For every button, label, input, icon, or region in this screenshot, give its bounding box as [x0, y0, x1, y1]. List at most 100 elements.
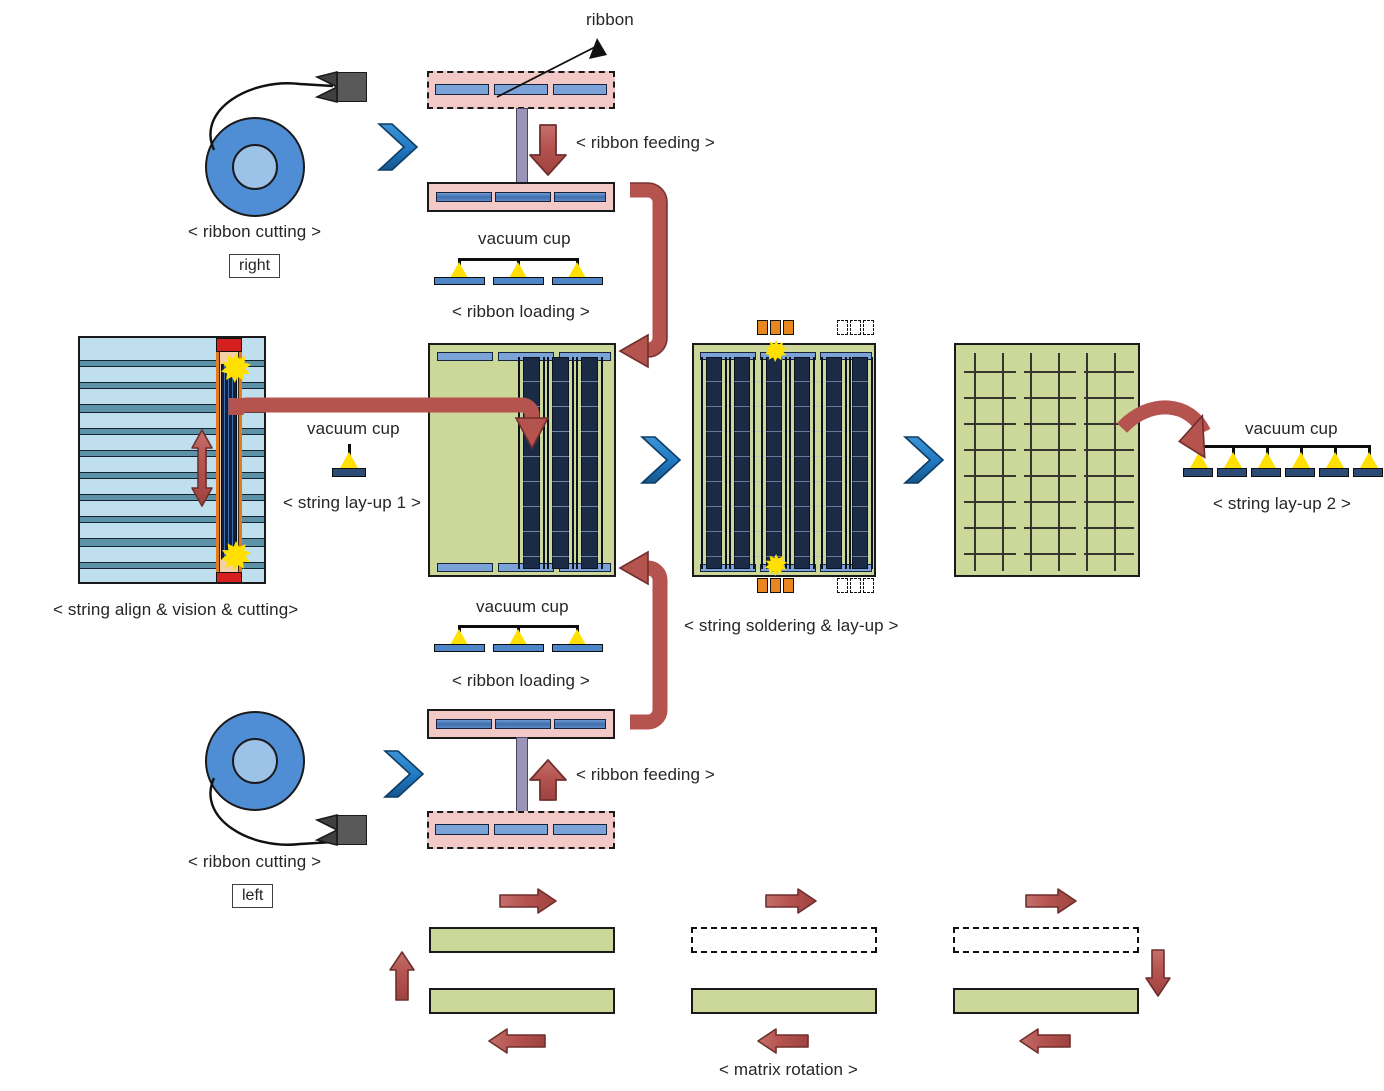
ribbon-callout-arrowhead	[589, 38, 607, 59]
solder-chip	[757, 320, 768, 335]
vacuum-cup-pad	[1353, 468, 1383, 477]
ribbon-pad	[493, 277, 544, 285]
matrix-rotation-arrows-3	[1019, 888, 1171, 1054]
vacuum-cup-rail-layup2	[1198, 445, 1370, 448]
solder-chip	[770, 578, 781, 593]
chevron-right-icon-1	[376, 123, 419, 171]
ribbon-cutter-left-blade	[314, 813, 338, 832]
vacuum-cup-pad	[1183, 468, 1213, 477]
vacuum-cup-label-layup2: vacuum cup	[1245, 419, 1338, 438]
vacuum-cup-pad	[1319, 468, 1349, 477]
vacuum-cup-label-layup1: vacuum cup	[307, 419, 400, 438]
solder-chip-ghost	[837, 578, 848, 593]
matrix-rotation-label: < matrix rotation >	[719, 1060, 858, 1079]
vacuum-cup-nozzle	[450, 262, 468, 278]
solder-chip	[770, 320, 781, 335]
matrix-rotation-arrows-2	[757, 888, 817, 1054]
matrix-rot-3-top-ghost	[953, 927, 1139, 953]
solder-chip-ghost	[850, 320, 861, 335]
ribbon-segment	[554, 192, 606, 202]
ribbon-segment	[553, 824, 607, 835]
vacuum-cup-pad	[1217, 468, 1247, 477]
vacuum-cup-pad	[1251, 468, 1281, 477]
ribbon-pad	[434, 277, 485, 285]
solder-chip-ghost	[863, 578, 874, 593]
ribbon-pad	[434, 644, 485, 652]
solder-chip	[783, 320, 794, 335]
string-align-label: < string align & vision & cutting>	[53, 600, 299, 619]
string-soldering-panel	[692, 343, 876, 577]
vacuum-cup-nozzle	[509, 629, 527, 645]
ribbon-segment	[494, 824, 548, 835]
chevron-right-icon-2	[382, 750, 425, 798]
ribbon-loading-top-label: < ribbon loading >	[452, 302, 590, 321]
transfer-path-top	[618, 182, 668, 369]
ribbon-loading-bottom-label: < ribbon loading >	[452, 671, 590, 690]
ribbon-segment	[495, 719, 551, 729]
solder-chip	[783, 578, 794, 593]
vacuum-cup-nozzle	[1326, 452, 1344, 468]
ribbon-segment	[554, 719, 606, 729]
vacuum-cup-nozzle	[1360, 452, 1378, 468]
vacuum-cup-nozzle	[450, 629, 468, 645]
solder-chip-ghost	[837, 320, 848, 335]
ribbon-pad	[552, 644, 603, 652]
solder-chip-ghost	[850, 578, 861, 593]
matrix-rot-3-bottom	[953, 988, 1139, 1014]
solder-chip	[757, 578, 768, 593]
vacuum-cup-label-top: vacuum cup	[478, 229, 571, 248]
ribbon-cutting-right-label: < ribbon cutting >	[188, 222, 322, 241]
ribbon-segment	[436, 192, 492, 202]
ribbon-feeding-bottom-label: < ribbon feeding >	[576, 765, 715, 784]
string-layup1-label: < string lay-up 1 >	[283, 493, 421, 512]
string-layup1-panel	[428, 343, 616, 577]
matrix-rot-1-top	[429, 927, 615, 953]
vacuum-cup-nozzle	[1258, 452, 1276, 468]
ribbon-cutter-right-body	[337, 72, 367, 102]
vacuum-cup-pad	[332, 468, 366, 477]
ribbon-cutter-right-blade	[314, 70, 338, 89]
vacuum-cup-pad	[1285, 468, 1315, 477]
ribbon-spool-left-core	[232, 738, 278, 784]
matrix-rot-2-bottom	[691, 988, 877, 1014]
vacuum-cup-nozzle	[568, 262, 586, 278]
ribbon-segment	[495, 192, 551, 202]
ribbon-pad	[493, 644, 544, 652]
ribbon-pad	[552, 277, 603, 285]
side-tag-left: left	[232, 884, 274, 908]
matrix-rot-2-top-ghost	[691, 927, 877, 953]
ribbon-segment	[494, 84, 548, 95]
ribbon-feeding-up-arrow	[529, 759, 567, 801]
ribbon-feeder-post-bottom	[516, 737, 528, 817]
vacuum-cup-label-bottom: vacuum cup	[476, 597, 569, 616]
ribbon-cutter-right-blade	[314, 85, 338, 104]
string-soldering-label: < string soldering & lay-up >	[684, 616, 899, 635]
ribbon-cutter-left-blade	[314, 828, 338, 847]
process-flow-diagram: < ribbon cutting > right ribbon < ribbon…	[0, 0, 1384, 1091]
string-layup2-label: < string lay-up 2 >	[1213, 494, 1351, 513]
transfer-path-bottom	[618, 550, 668, 730]
vacuum-cup-nozzle	[1190, 452, 1208, 468]
vacuum-cup-nozzle	[1224, 452, 1242, 468]
vacuum-cup-nozzle	[1292, 452, 1310, 468]
matrix-panel-complete	[954, 343, 1140, 577]
ribbon-cutter-left-body	[337, 815, 367, 845]
ribbon-segment	[435, 824, 489, 835]
vacuum-cup-nozzle	[340, 452, 358, 468]
ribbon-feeder-post-top	[516, 108, 528, 186]
solder-chip-ghost	[863, 320, 874, 335]
ribbon-spool-right-core	[232, 144, 278, 190]
ribbon-segment	[436, 719, 492, 729]
ribbon-segment	[553, 84, 607, 95]
side-tag-right: right	[229, 254, 281, 278]
matrix-rot-1-bottom	[429, 988, 615, 1014]
ribbon-label: ribbon	[586, 10, 634, 29]
ribbon-segment	[435, 84, 489, 95]
ribbon-feeding-top-label: < ribbon feeding >	[576, 133, 715, 152]
ribbon-cutting-left-label: < ribbon cutting >	[188, 852, 322, 871]
ribbon-feeding-down-arrow	[529, 124, 567, 176]
chevron-right-icon-3	[639, 436, 682, 484]
vacuum-cup-nozzle	[568, 629, 586, 645]
matrix-rotation-arrows-1	[389, 888, 557, 1054]
chevron-right-icon-4	[902, 436, 945, 484]
